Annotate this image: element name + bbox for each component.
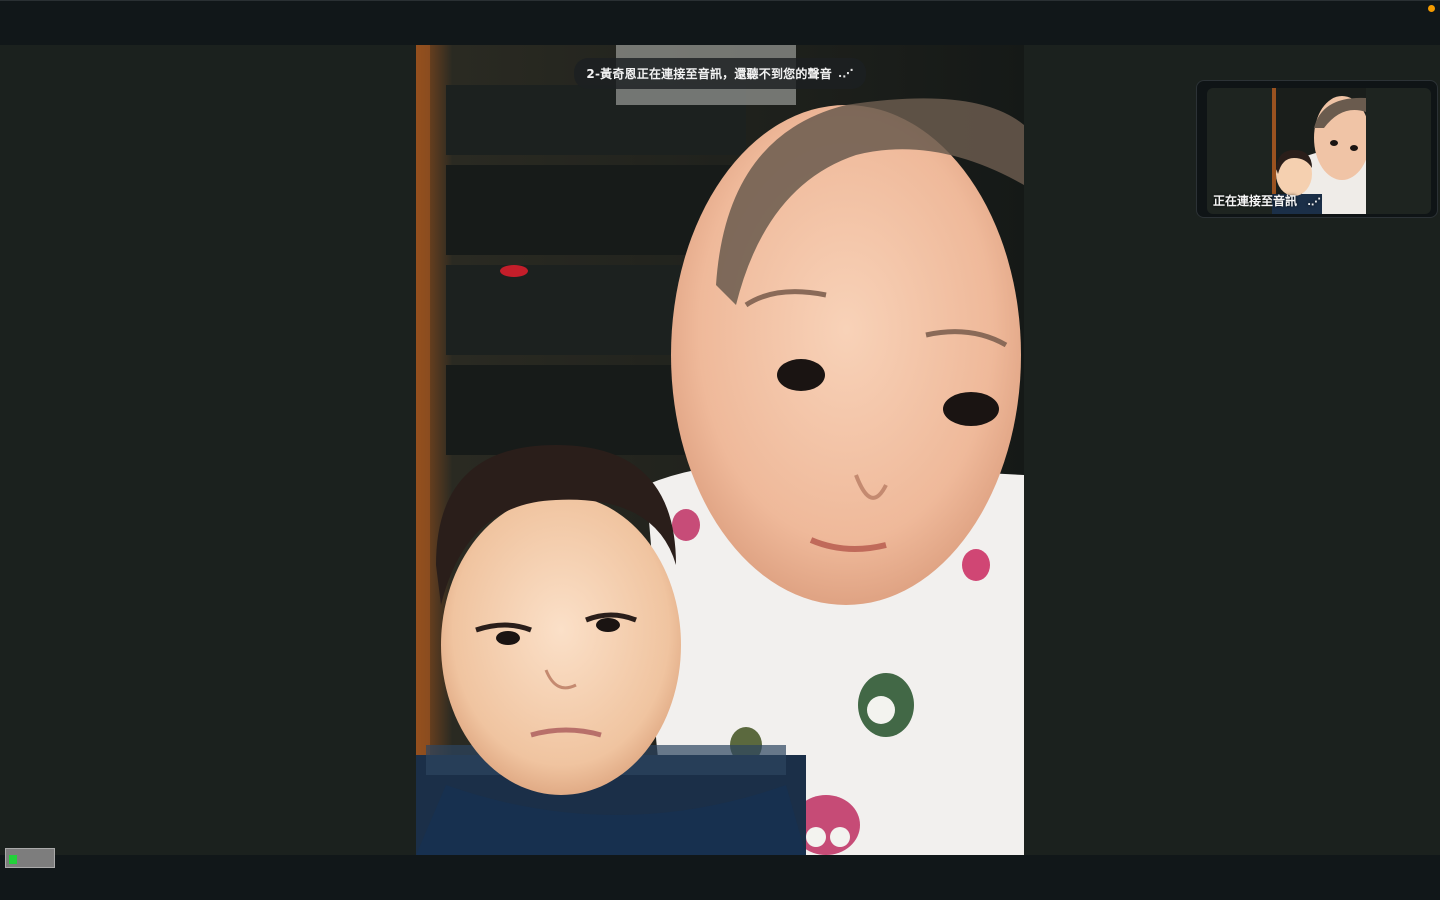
video-frame xyxy=(416,45,1024,855)
toast-text: 2-黃奇恩正在連接至音訊，還聽不到您的聲音 xyxy=(586,67,832,81)
network-signal-bar xyxy=(9,855,17,864)
self-view-thumbnail[interactable]: 正在連接至音訊 .⋰ xyxy=(1196,80,1438,218)
bottom-toolbar xyxy=(0,855,1440,900)
active-speaker-video[interactable] xyxy=(416,45,1024,855)
loading-dots-icon: .⋰ xyxy=(837,67,854,80)
recording-indicator-icon xyxy=(1428,5,1435,12)
self-view-frame: 正在連接至音訊 .⋰ xyxy=(1207,88,1431,214)
self-view-status-text: 正在連接至音訊 xyxy=(1213,194,1298,208)
loading-dots-icon: .⋰ xyxy=(1307,197,1322,208)
self-view-status: 正在連接至音訊 .⋰ xyxy=(1213,192,1321,209)
connecting-toast: 2-黃奇恩正在連接至音訊，還聽不到您的聲音 .⋰ xyxy=(574,58,866,89)
network-quality-icon[interactable] xyxy=(5,848,55,868)
top-toolbar xyxy=(0,0,1440,45)
meeting-window: 2-黃奇恩正在連接至音訊，還聽不到您的聲音 .⋰ 正在連接至音訊 .⋰ xyxy=(0,0,1440,900)
